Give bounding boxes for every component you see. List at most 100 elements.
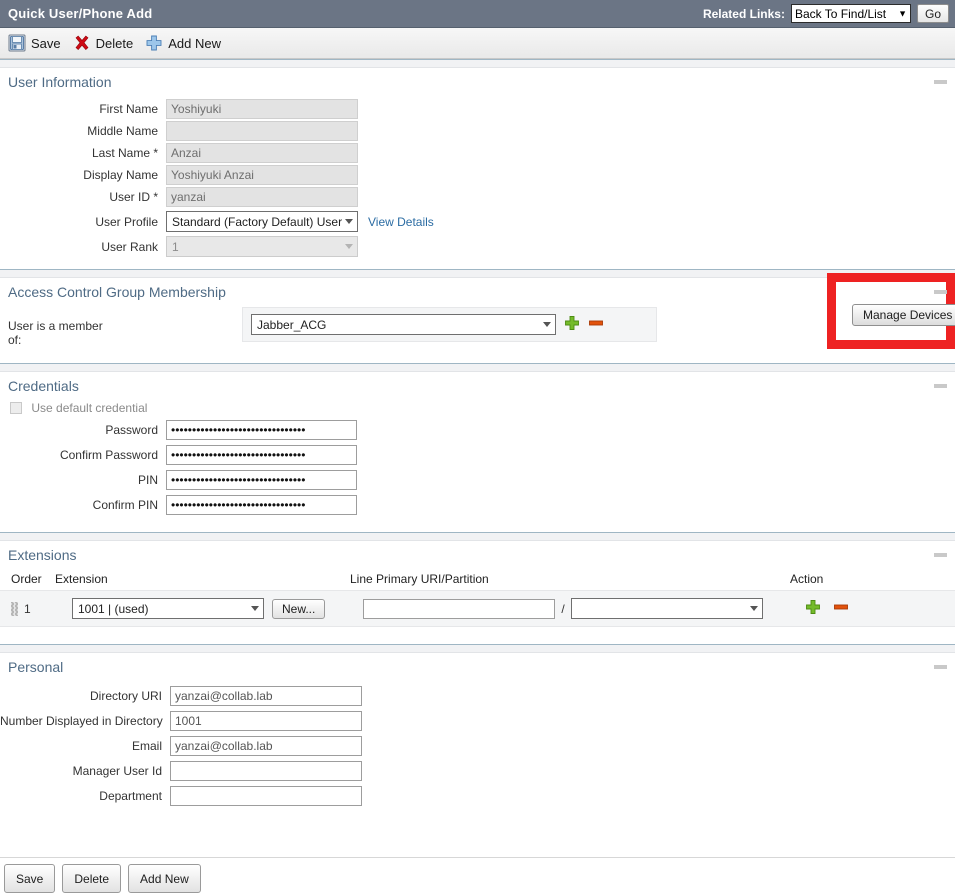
- section-separator: [0, 532, 955, 541]
- partition-select[interactable]: [570, 598, 763, 619]
- manager-user-id-row: Manager User Id: [0, 761, 955, 781]
- access-control-group-value: Jabber_ACG: [257, 318, 327, 332]
- delete-button[interactable]: Delete: [71, 32, 140, 54]
- section-separator: [0, 59, 955, 68]
- credentials-header: Credentials: [0, 372, 955, 401]
- column-line-primary-uri: Line Primary URI/Partition: [350, 572, 489, 586]
- user-information-header: User Information: [0, 68, 955, 97]
- collapse-user-information-icon[interactable]: [934, 80, 947, 84]
- collapse-access-control-group-icon[interactable]: [934, 290, 947, 294]
- remove-extension-icon[interactable]: [833, 599, 849, 618]
- access-control-group-title: Access Control Group Membership: [8, 284, 226, 300]
- use-default-credential-label: Use default credential: [31, 401, 148, 415]
- department-input[interactable]: [170, 786, 362, 806]
- extensions-header: Extensions: [0, 541, 955, 570]
- uri-partition-separator: /: [561, 601, 565, 616]
- page-title: Quick User/Phone Add: [8, 6, 153, 21]
- extension-value: 1001 | (used): [78, 602, 149, 616]
- add-new-button-label: Add New: [168, 35, 221, 51]
- collapse-credentials-icon[interactable]: [934, 384, 947, 388]
- drag-handle-icon[interactable]: [11, 601, 18, 616]
- related-links-select-wrapper[interactable]: Back To Find/List ▼: [790, 4, 911, 23]
- middle-name-row: Middle Name: [0, 121, 955, 141]
- window-title-bar: Quick User/Phone Add Related Links: Back…: [0, 0, 955, 28]
- table-row: 1 1001 | (used) New... /: [0, 590, 955, 627]
- confirm-password-input[interactable]: [166, 445, 357, 465]
- extensions-table-header: Order Extension Line Primary URI/Partiti…: [0, 570, 955, 590]
- pin-row: PIN: [0, 470, 955, 490]
- user-profile-value: Standard (Factory Default) User: [172, 215, 343, 229]
- email-input[interactable]: [170, 736, 362, 756]
- number-displayed-row: Number Displayed in Directory: [0, 711, 955, 731]
- column-extension: Extension: [55, 572, 108, 586]
- user-rank-row: User Rank 1: [0, 236, 955, 257]
- use-default-credential-checkbox: [10, 402, 22, 414]
- middle-name-label: Middle Name: [87, 124, 158, 138]
- confirm-pin-row: Confirm PIN: [0, 495, 955, 515]
- manager-user-id-input[interactable]: [170, 761, 362, 781]
- middle-name-input[interactable]: [166, 121, 358, 141]
- view-details-link[interactable]: View Details: [368, 215, 434, 229]
- user-id-label: User ID *: [109, 190, 158, 204]
- user-id-input[interactable]: [166, 187, 358, 207]
- add-group-icon[interactable]: [564, 315, 580, 334]
- personal-section: Personal Directory URI Number Displayed …: [0, 653, 955, 806]
- access-control-group-header: Access Control Group Membership: [0, 278, 955, 307]
- collapse-personal-icon[interactable]: [934, 665, 947, 669]
- last-name-label: Last Name *: [91, 146, 158, 160]
- member-of-label: User is a member of:: [8, 319, 103, 347]
- go-button[interactable]: Go: [916, 4, 949, 23]
- credentials-section: Credentials Use default credential Passw…: [0, 372, 955, 515]
- user-id-row: User ID *: [0, 187, 955, 207]
- directory-uri-row: Directory URI: [0, 686, 955, 706]
- user-profile-row: User Profile Standard (Factory Default) …: [0, 211, 955, 232]
- delete-button-label: Delete: [95, 35, 134, 51]
- add-extension-icon[interactable]: [805, 599, 821, 618]
- add-new-button[interactable]: Add New: [143, 32, 227, 54]
- last-name-row: Last Name *: [0, 143, 955, 163]
- manager-user-id-label: Manager User Id: [72, 764, 162, 778]
- chevron-down-icon: [543, 322, 551, 327]
- password-label: Password: [105, 423, 158, 437]
- email-row: Email: [0, 736, 955, 756]
- collapse-extensions-icon[interactable]: [934, 553, 947, 557]
- confirm-pin-input[interactable]: [166, 495, 357, 515]
- pin-input[interactable]: [166, 470, 357, 490]
- remove-group-icon[interactable]: [588, 315, 604, 334]
- last-name-input[interactable]: [166, 143, 358, 163]
- extension-select[interactable]: 1001 | (used): [72, 598, 264, 619]
- related-links-label: Related Links:: [702, 6, 785, 21]
- column-action: Action: [790, 572, 824, 586]
- confirm-password-row: Confirm Password: [0, 445, 955, 465]
- display-name-input[interactable]: [166, 165, 358, 185]
- line-primary-uri-input[interactable]: [363, 598, 556, 619]
- related-links-select[interactable]: Back To Find/List: [790, 4, 911, 23]
- number-displayed-input[interactable]: [170, 711, 362, 731]
- access-control-group-select[interactable]: Jabber_ACG: [251, 314, 556, 335]
- user-profile-select[interactable]: Standard (Factory Default) User: [166, 211, 358, 232]
- section-separator: [0, 644, 955, 653]
- footer-add-new-button[interactable]: Add New: [128, 864, 201, 893]
- password-row: Password: [0, 420, 955, 440]
- save-button[interactable]: Save: [6, 32, 67, 54]
- manage-devices-button[interactable]: Manage Devices: [852, 304, 955, 326]
- footer-delete-button[interactable]: Delete: [62, 864, 122, 893]
- chevron-down-icon: [345, 244, 353, 249]
- password-input[interactable]: [166, 420, 357, 440]
- section-separator: [0, 269, 955, 278]
- access-control-group-panel: Jabber_ACG: [242, 307, 657, 342]
- footer-save-button[interactable]: Save: [4, 864, 56, 893]
- directory-uri-input[interactable]: [170, 686, 362, 706]
- display-name-row: Display Name: [0, 165, 955, 185]
- action-toolbar: Save Delete Add New: [0, 28, 955, 59]
- user-information-section: User Information First Name Middle Name …: [0, 68, 955, 349]
- department-label: Department: [99, 789, 162, 803]
- extensions-section: Extensions Order Extension Line Primary …: [0, 541, 955, 627]
- first-name-input[interactable]: [166, 99, 358, 119]
- pin-label: PIN: [137, 473, 158, 487]
- chevron-down-icon: [749, 606, 758, 611]
- directory-uri-label: Directory URI: [89, 689, 162, 703]
- new-extension-button[interactable]: New...: [272, 598, 326, 619]
- personal-header: Personal: [0, 653, 955, 682]
- related-links-group: Related Links: Back To Find/List ▼ Go: [703, 4, 949, 23]
